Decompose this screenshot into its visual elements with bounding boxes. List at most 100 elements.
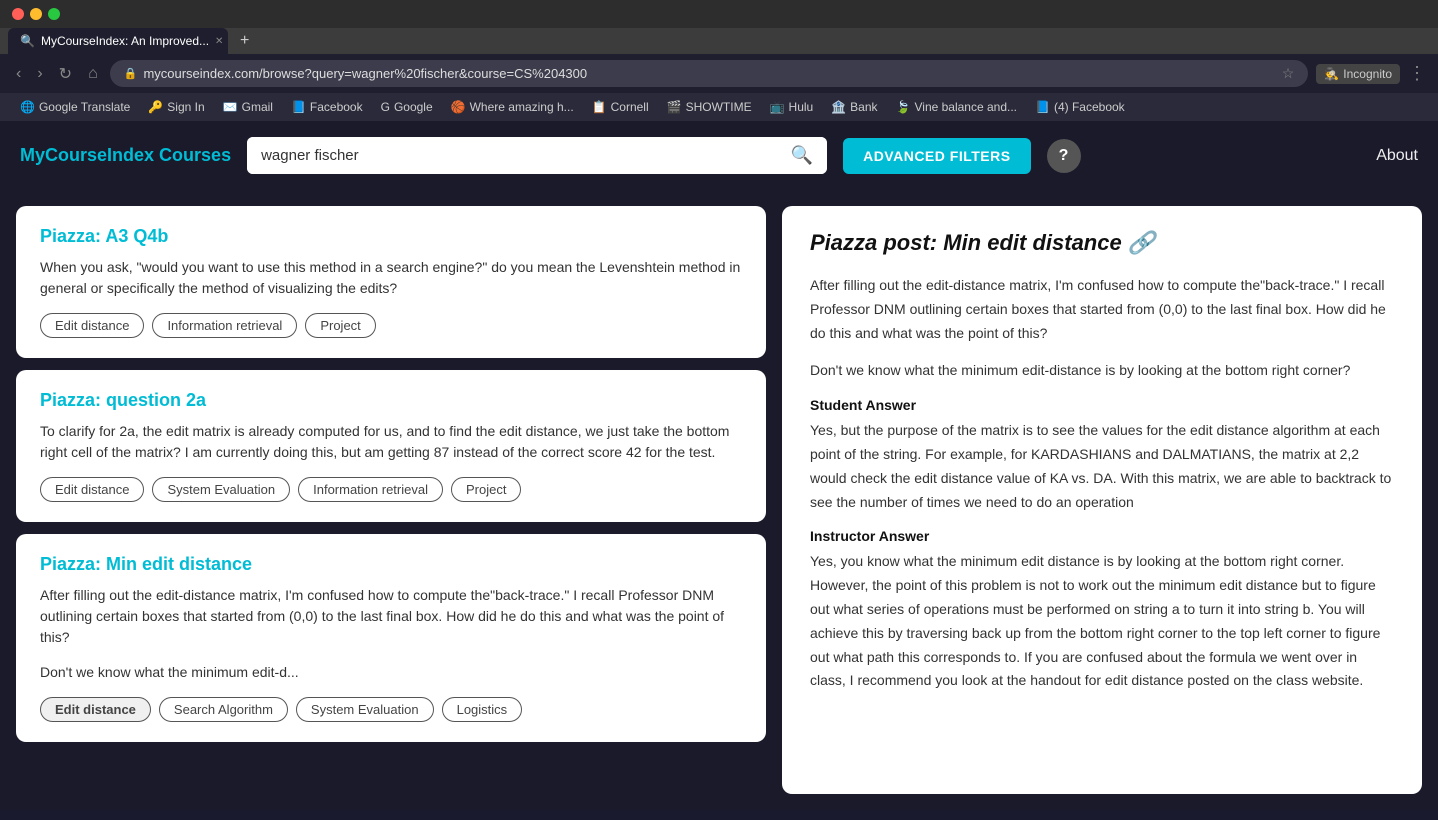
tag-info-retrieval-2[interactable]: Information retrieval <box>298 477 443 502</box>
bookmark-label: Google Translate <box>39 100 130 114</box>
address-bar[interactable]: 🔒 mycourseindex.com/browse?query=wagner%… <box>110 60 1309 87</box>
bookmark-label: Hulu <box>789 100 814 114</box>
maximize-window-button[interactable] <box>48 8 60 20</box>
bookmark-icon: ✉️ <box>223 100 238 114</box>
bookmark-star-icon[interactable]: ☆ <box>1282 65 1295 82</box>
tab-bar: 🔍 MyCourseIndex: An Improved... ✕ + <box>0 28 1438 54</box>
logo-courseindex: CourseIndex <box>45 145 154 165</box>
bookmark-icon: 🏦 <box>831 100 846 114</box>
search-button[interactable]: 🔍 <box>777 137 827 174</box>
home-button[interactable]: ⌂ <box>84 63 102 85</box>
tag-edit-distance-2[interactable]: Edit distance <box>40 477 144 502</box>
bookmark-icon: G <box>381 100 390 114</box>
results-panel: Piazza: A3 Q4b When you ask, "would you … <box>16 206 766 794</box>
app-header: MyCourseIndex Courses 🔍 ADVANCED FILTERS… <box>0 121 1438 190</box>
bookmark-label: Facebook <box>310 100 363 114</box>
bookmark-icon: 📋 <box>592 100 607 114</box>
bookmark-label: Sign In <box>167 100 204 114</box>
bookmark-label: Cornell <box>611 100 649 114</box>
advanced-filters-button[interactable]: ADVANCED FILTERS <box>843 138 1030 174</box>
tag-info-retrieval-1[interactable]: Information retrieval <box>152 313 297 338</box>
bookmark-label: Gmail <box>242 100 273 114</box>
bookmark-vine[interactable]: 🍃 Vine balance and... <box>888 97 1025 117</box>
result-tags-3: Edit distance Search Algorithm System Ev… <box>40 697 742 722</box>
bookmark-google-translate[interactable]: 🌐 Google Translate <box>12 97 138 117</box>
address-bar-icons: ☆ <box>1282 65 1295 82</box>
tag-project-1[interactable]: Project <box>305 313 375 338</box>
search-bar: 🔍 <box>247 137 827 174</box>
bookmark-icon: 📺 <box>770 100 785 114</box>
bookmark-where-amazing[interactable]: 🏀 Where amazing h... <box>443 97 582 117</box>
tab-favicon: 🔍 <box>20 34 35 48</box>
result-tags-1: Edit distance Information retrieval Proj… <box>40 313 742 338</box>
tab-title: MyCourseIndex: An Improved... <box>41 34 209 48</box>
bookmark-label: Google <box>394 100 433 114</box>
address-bar-row: ‹ › ↻ ⌂ 🔒 mycourseindex.com/browse?query… <box>0 54 1438 93</box>
app-logo: MyCourseIndex Courses <box>20 145 231 166</box>
student-answer-text: Yes, but the purpose of the matrix is to… <box>810 419 1394 514</box>
tag-edit-distance-3[interactable]: Edit distance <box>40 697 151 722</box>
tag-logistics-3[interactable]: Logistics <box>442 697 523 722</box>
bookmark-google[interactable]: G Google <box>373 97 441 117</box>
incognito-badge: 🕵️ Incognito <box>1316 64 1400 84</box>
logo-courses: Courses <box>154 145 231 165</box>
result-card-1: Piazza: A3 Q4b When you ask, "would you … <box>16 206 766 358</box>
bookmark-showtime[interactable]: 🎬 SHOWTIME <box>659 97 760 117</box>
active-tab[interactable]: 🔍 MyCourseIndex: An Improved... ✕ <box>8 28 228 54</box>
about-link[interactable]: About <box>1376 147 1418 165</box>
bookmark-icon: 📘 <box>291 100 306 114</box>
incognito-icon: 🕵️ <box>1324 67 1339 81</box>
traffic-lights <box>12 8 60 20</box>
close-window-button[interactable] <box>12 8 24 20</box>
detail-intro: After filling out the edit-distance matr… <box>810 274 1394 345</box>
bookmark-icon: 🏀 <box>451 100 466 114</box>
tag-search-algo-3[interactable]: Search Algorithm <box>159 697 288 722</box>
student-answer-label: Student Answer <box>810 397 1394 413</box>
url-text: mycourseindex.com/browse?query=wagner%20… <box>143 66 1275 81</box>
detail-question2: Don't we know what the minimum edit-dist… <box>810 359 1394 383</box>
main-layout: Piazza: A3 Q4b When you ask, "would you … <box>0 190 1438 810</box>
bookmark-sign-in[interactable]: 🔑 Sign In <box>140 97 212 117</box>
bookmark-icon: 🎬 <box>667 100 682 114</box>
new-tab-button[interactable]: + <box>232 28 257 54</box>
result-title-1[interactable]: Piazza: A3 Q4b <box>40 226 742 247</box>
bookmark-cornell[interactable]: 📋 Cornell <box>584 97 657 117</box>
minimize-window-button[interactable] <box>30 8 42 20</box>
bookmark-icon: 🍃 <box>896 100 911 114</box>
result-card-2: Piazza: question 2a To clarify for 2a, t… <box>16 370 766 522</box>
result-body-3-part1: After filling out the edit-distance matr… <box>40 585 742 648</box>
browser-menu-button[interactable]: ⋮ <box>1408 63 1426 84</box>
bookmarks-bar: 🌐 Google Translate 🔑 Sign In ✉️ Gmail 📘 … <box>0 93 1438 121</box>
tag-edit-distance-1[interactable]: Edit distance <box>40 313 144 338</box>
bookmark-hulu[interactable]: 📺 Hulu <box>762 97 822 117</box>
bookmark-icon: 🔑 <box>148 100 163 114</box>
instructor-answer-label: Instructor Answer <box>810 528 1394 544</box>
back-button[interactable]: ‹ <box>12 63 25 85</box>
help-button[interactable]: ? <box>1047 139 1081 173</box>
detail-title: Piazza post: Min edit distance 🔗 <box>810 230 1394 256</box>
search-icon: 🔍 <box>791 145 813 165</box>
secure-icon: 🔒 <box>124 67 138 80</box>
tag-system-eval-2[interactable]: System Evaluation <box>152 477 290 502</box>
forward-button[interactable]: › <box>33 63 46 85</box>
bookmark-label: Vine balance and... <box>914 100 1017 114</box>
bookmark-icon: 🌐 <box>20 100 35 114</box>
bookmark-bank[interactable]: 🏦 Bank <box>823 97 885 117</box>
result-tags-2: Edit distance System Evaluation Informat… <box>40 477 742 502</box>
bookmark-facebook[interactable]: 📘 Facebook <box>283 97 371 117</box>
tab-close-button[interactable]: ✕ <box>215 36 223 47</box>
search-input[interactable] <box>247 137 777 174</box>
result-title-3[interactable]: Piazza: Min edit distance <box>40 554 742 575</box>
result-title-2[interactable]: Piazza: question 2a <box>40 390 742 411</box>
result-card-3: Piazza: Min edit distance After filling … <box>16 534 766 742</box>
detail-panel: Piazza post: Min edit distance 🔗 After f… <box>782 206 1422 794</box>
result-body-2: To clarify for 2a, the edit matrix is al… <box>40 421 742 463</box>
logo-my: My <box>20 145 45 165</box>
tag-system-eval-3[interactable]: System Evaluation <box>296 697 434 722</box>
bookmark-gmail[interactable]: ✉️ Gmail <box>215 97 281 117</box>
result-body-3-part2: Don't we know what the minimum edit-d... <box>40 662 742 683</box>
bookmark-label: SHOWTIME <box>686 100 752 114</box>
bookmark-4-facebook[interactable]: 📘 (4) Facebook <box>1027 97 1133 117</box>
refresh-button[interactable]: ↻ <box>55 62 76 86</box>
tag-project-2[interactable]: Project <box>451 477 521 502</box>
